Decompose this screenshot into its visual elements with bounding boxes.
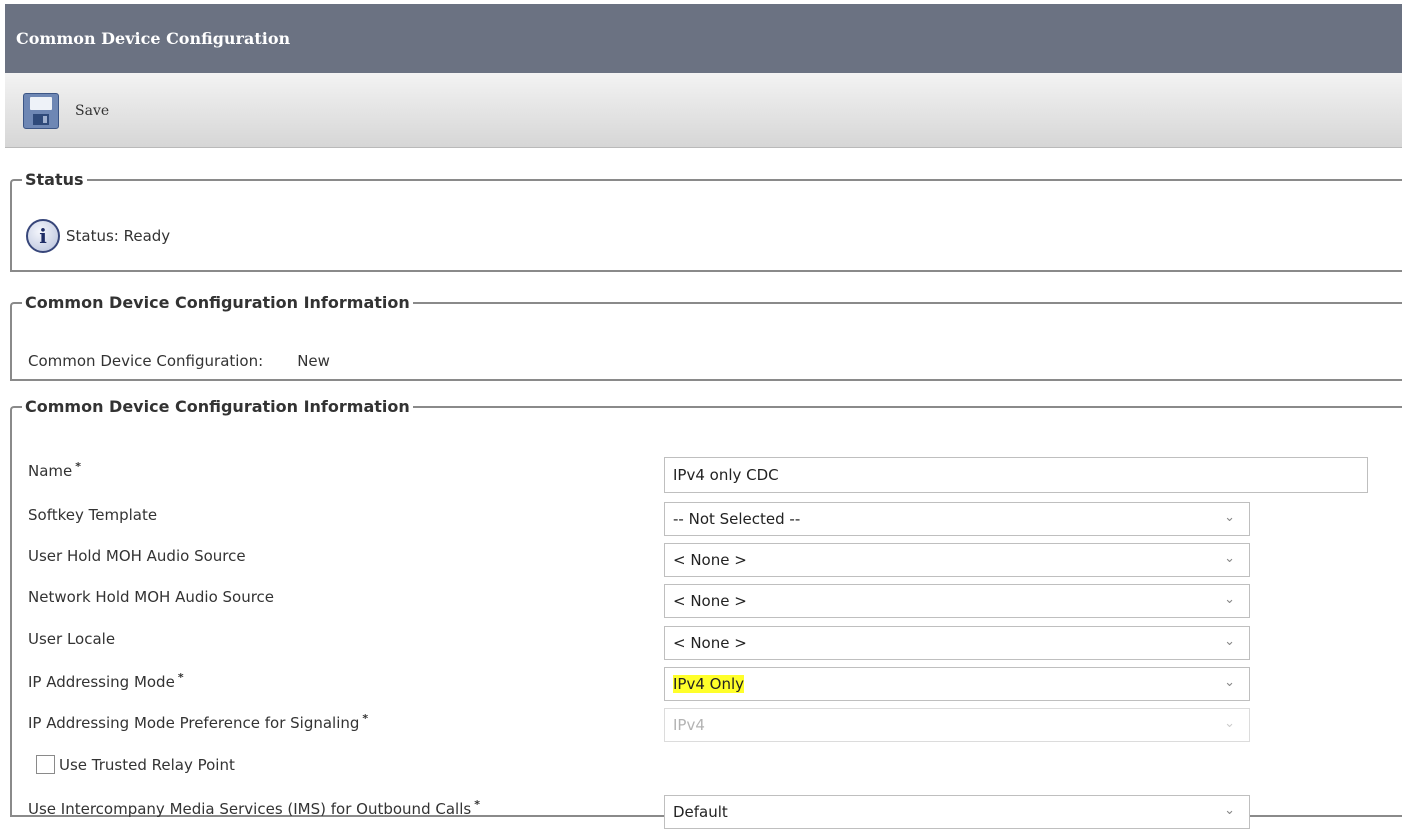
chevron-down-icon: ⌄ (1224, 716, 1235, 731)
info-value: New (297, 352, 330, 370)
ip-addressing-mode-label: IP Addressing Mode * (28, 671, 184, 691)
status-section: Status i Status: Ready (10, 170, 1402, 272)
save-label: Save (75, 103, 110, 119)
network-hold-moh-select[interactable]: < None > ⌄ (664, 584, 1250, 618)
chevron-down-icon: ⌄ (1224, 510, 1235, 525)
device-config-form-section: Common Device Configuration Information … (10, 397, 1402, 829)
user-hold-moh-value: < None > (673, 551, 747, 569)
device-config-info-section: Common Device Configuration Information … (10, 293, 1402, 381)
ip-mode-preference-value: IPv4 (673, 716, 705, 734)
ims-outbound-label: Use Intercompany Media Services (IMS) fo… (28, 798, 480, 818)
info-legend: Common Device Configuration Information (25, 293, 410, 312)
user-locale-label: User Locale (28, 630, 116, 648)
required-marker: * (75, 460, 82, 473)
chevron-down-icon: ⌄ (1224, 803, 1235, 818)
user-hold-moh-label: User Hold MOH Audio Source (28, 547, 246, 565)
status-text: Status: Ready (66, 227, 171, 245)
chevron-down-icon: ⌄ (1224, 634, 1235, 649)
info-icon: i (26, 219, 60, 253)
info-label: Common Device Configuration: (28, 352, 264, 370)
softkey-template-label: Softkey Template (28, 506, 158, 524)
chevron-down-icon: ⌄ (1224, 675, 1235, 690)
user-locale-value: < None > (673, 634, 747, 652)
chevron-down-icon: ⌄ (1224, 592, 1235, 607)
page-title: Common Device Configuration (5, 4, 1402, 73)
ip-addressing-mode-select[interactable]: IPv4 Only ⌄ (664, 667, 1250, 701)
network-hold-moh-value: < None > (673, 592, 747, 610)
name-input[interactable]: IPv4 only CDC (664, 457, 1368, 493)
chevron-down-icon: ⌄ (1224, 551, 1235, 566)
ip-mode-preference-select: IPv4 ⌄ (664, 708, 1250, 742)
softkey-template-select[interactable]: -- Not Selected -- ⌄ (664, 502, 1250, 536)
ip-addressing-mode-value: IPv4 Only (673, 675, 745, 693)
save-button[interactable]: Save (23, 93, 109, 129)
ip-mode-preference-label: IP Addressing Mode Preference for Signal… (28, 712, 369, 732)
user-locale-select[interactable]: < None > ⌄ (664, 626, 1250, 660)
softkey-template-value: -- Not Selected -- (673, 510, 801, 528)
config-legend: Common Device Configuration Information (25, 397, 410, 416)
ims-outbound-value: Default (673, 803, 728, 821)
trusted-relay-checkbox[interactable] (36, 755, 55, 774)
user-hold-moh-select[interactable]: < None > ⌄ (664, 543, 1250, 577)
name-label: Name * (28, 460, 82, 480)
trusted-relay-row: Use Trusted Relay Point (36, 755, 235, 774)
status-legend: Status (25, 170, 84, 189)
floppy-disk-icon (23, 93, 59, 129)
toolbar: Save (5, 73, 1402, 148)
ims-outbound-select[interactable]: Default ⌄ (664, 795, 1250, 829)
network-hold-moh-label: Network Hold MOH Audio Source (28, 588, 275, 606)
trusted-relay-label: Use Trusted Relay Point (59, 755, 235, 774)
